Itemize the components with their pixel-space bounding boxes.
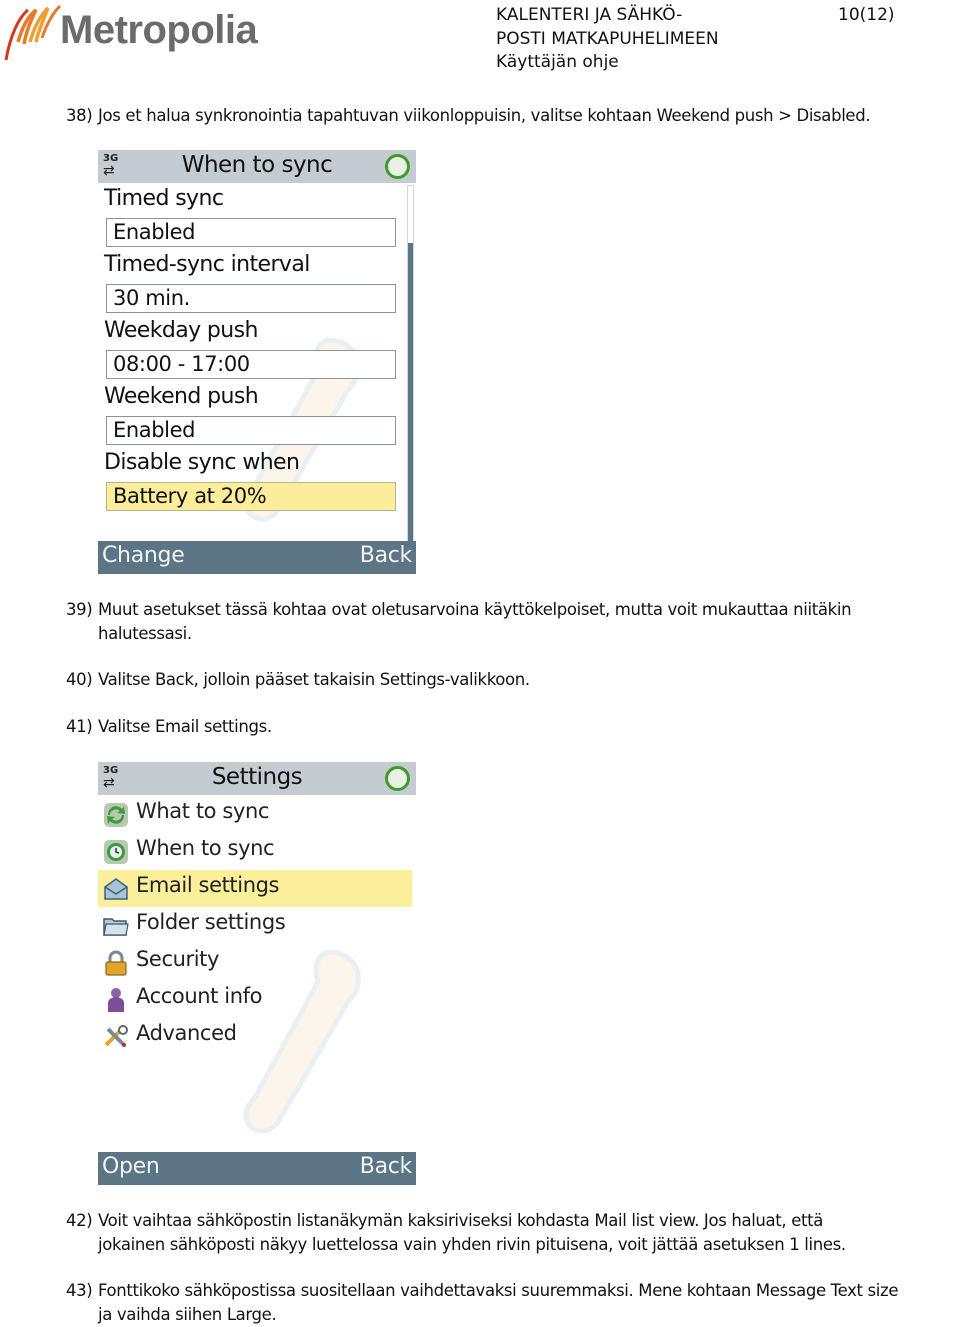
step-number: 40): [66, 670, 93, 689]
menu-item-folder-settings[interactable]: Folder settings: [98, 907, 412, 944]
document-title-line: POSTI MATKAPUHELIMEEN: [496, 28, 719, 49]
menu-item-what-to-sync[interactable]: What to sync: [98, 796, 412, 833]
menu-item-advanced[interactable]: Advanced: [98, 1018, 412, 1055]
step-number: 38): [66, 106, 93, 125]
sync-arrows-icon: [104, 803, 128, 827]
menu-item-label: When to sync: [136, 836, 275, 860]
step-text: Fonttikoko sähköpostissa suositellaan va…: [98, 1281, 899, 1300]
title-bar: 3G ⇄ When to sync: [98, 150, 416, 183]
setting-label: Timed-sync interval: [104, 252, 310, 277]
menu-item-label: What to sync: [136, 799, 270, 823]
change-softkey[interactable]: Change: [102, 543, 185, 568]
menu-item-email-settings[interactable]: Email settings: [98, 870, 412, 907]
step-43: 43) Fonttikoko sähköpostissa suositellaan…: [66, 1279, 898, 1327]
setting-label: Timed sync: [104, 186, 224, 211]
sync-clock-icon: [104, 840, 128, 864]
phone-screen-settings: 3G ⇄ Settings What to sync When to sync …: [98, 762, 416, 1185]
step-number: 39): [66, 600, 93, 619]
weekday-push-field[interactable]: 08:00 - 17:00: [106, 350, 396, 379]
padlock-icon: [105, 950, 127, 976]
step-text: Jos et halua synkronointia tapahtuvan vi…: [98, 106, 871, 125]
setting-label: Weekend push: [104, 384, 259, 409]
menu-item-label: Folder settings: [136, 910, 286, 934]
step-text: jokainen sähköposti näkyy luettelossa va…: [98, 1235, 846, 1254]
sync-status-icon: [385, 766, 410, 791]
step-number: 42): [66, 1211, 93, 1230]
menu-item-label: Security: [136, 947, 220, 971]
tools-icon: [104, 1025, 128, 1047]
setting-label: Disable sync when: [104, 450, 300, 475]
logo-text: Metropolia: [60, 8, 258, 52]
step-text: halutessasi.: [98, 624, 192, 643]
page-number: 10(12): [838, 5, 895, 25]
document-title: KALENTERI JA SÄHKÖ- POSTI MATKAPUHELIMEE…: [496, 4, 719, 75]
step-text: Valitse Email settings.: [98, 717, 272, 736]
back-softkey[interactable]: Back: [360, 543, 413, 568]
scrollbar-thumb[interactable]: [408, 186, 413, 244]
envelope-icon: [104, 878, 128, 900]
timed-sync-interval-field[interactable]: 30 min.: [106, 284, 396, 313]
step-text: Voit vaihtaa sähköpostin listanäkymän ka…: [98, 1211, 824, 1230]
back-softkey[interactable]: Back: [360, 1154, 413, 1179]
menu-item-label: Account info: [136, 984, 263, 1008]
screen-title: Settings: [211, 764, 303, 790]
disable-sync-when-field[interactable]: Battery at 20%: [106, 482, 396, 511]
menu-item-label: Advanced: [136, 1021, 237, 1045]
screen-title: When to sync: [181, 152, 333, 178]
step-text: ja vaihda siihen Large.: [98, 1305, 277, 1324]
phone-screen-when-to-sync: 3G ⇄ When to sync Timed sync Enabled Tim…: [98, 150, 416, 574]
step-42: 42) Voit vaihtaa sähköpostin listanäkymän…: [66, 1209, 846, 1257]
sync-status-icon: [385, 154, 410, 179]
step-number: 43): [66, 1281, 93, 1300]
step-39: 39) Muut asetukset tässä kohtaa ovat olet…: [66, 598, 852, 646]
weekend-push-field[interactable]: Enabled: [106, 416, 396, 445]
step-number: 41): [66, 717, 93, 736]
step-40: 40) Valitse Back, jolloin pääset takaisin…: [66, 668, 530, 692]
person-icon: [108, 988, 124, 1012]
scrollbar[interactable]: [407, 185, 414, 545]
metropolia-logo: Metropolia: [4, 2, 274, 62]
menu-item-label: Email settings: [136, 873, 280, 897]
menu-item-security[interactable]: Security: [98, 944, 412, 981]
open-softkey[interactable]: Open: [102, 1154, 160, 1179]
softkey-bar: Change Back: [98, 541, 416, 574]
folder-icon: [103, 918, 129, 936]
step-41: 41) Valitse Email settings.: [66, 715, 272, 739]
logo-swoosh-icon: [4, 4, 62, 61]
step-text: Muut asetukset tässä kohtaa ovat oletusa…: [98, 600, 852, 619]
timed-sync-field[interactable]: Enabled: [106, 218, 396, 247]
menu-item-account-info[interactable]: Account info: [98, 981, 412, 1018]
softkey-bar: Open Back: [98, 1152, 416, 1185]
step-text: Valitse Back, jolloin pääset takaisin Se…: [98, 670, 530, 689]
document-title-line: KALENTERI JA SÄHKÖ-: [496, 5, 683, 25]
title-bar: 3G ⇄ Settings: [98, 762, 416, 795]
setting-label: Weekday push: [104, 318, 258, 343]
step-38: 38) Jos et halua synkronointia tapahtuvan…: [66, 104, 871, 128]
menu-item-when-to-sync[interactable]: When to sync: [98, 833, 412, 870]
document-title-line: Käyttäjän ohje: [496, 52, 619, 72]
